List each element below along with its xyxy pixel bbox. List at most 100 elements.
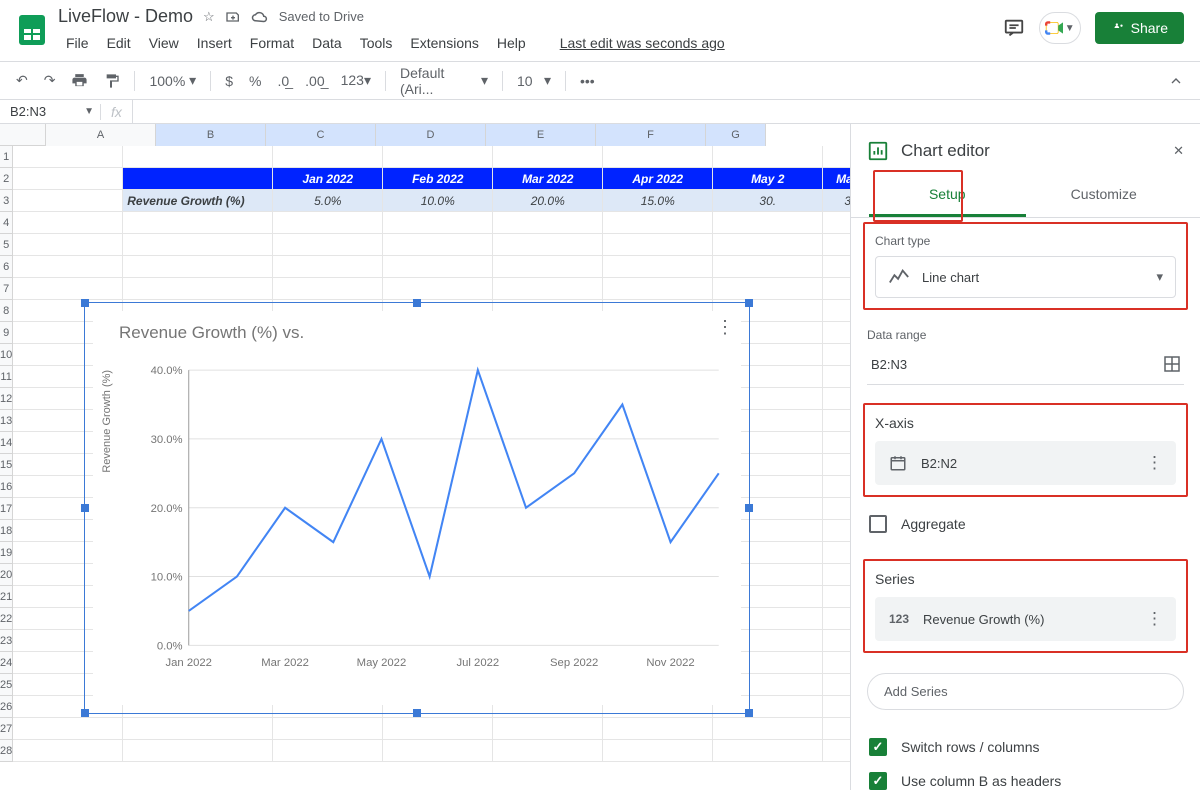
paint-format-icon[interactable] bbox=[98, 69, 126, 93]
row-header[interactable]: 28 bbox=[0, 740, 13, 762]
cell[interactable] bbox=[823, 300, 850, 321]
cell[interactable] bbox=[603, 234, 713, 255]
cell[interactable]: Revenue Growth (%) bbox=[123, 190, 273, 211]
cell[interactable] bbox=[823, 212, 850, 233]
cell[interactable]: 5.0% bbox=[273, 190, 383, 211]
font-size[interactable]: 10▾ bbox=[511, 68, 557, 93]
name-box[interactable]: B2:N3▼ bbox=[0, 104, 100, 119]
cell[interactable] bbox=[493, 256, 603, 277]
tab-setup[interactable]: Setup bbox=[869, 174, 1026, 217]
select-all-corner[interactable] bbox=[0, 124, 46, 146]
cell[interactable] bbox=[823, 674, 850, 695]
row-header[interactable]: 23 bbox=[0, 630, 13, 652]
aggregate-checkbox[interactable]: Aggregate bbox=[867, 507, 1184, 541]
cell[interactable] bbox=[823, 146, 850, 167]
cell[interactable] bbox=[823, 388, 850, 409]
cell[interactable] bbox=[823, 586, 850, 607]
cell[interactable] bbox=[123, 146, 273, 167]
row-header[interactable]: 6 bbox=[0, 256, 13, 278]
series-more-icon[interactable]: ⋮ bbox=[1146, 609, 1162, 629]
cell[interactable] bbox=[823, 542, 850, 563]
cell[interactable]: 30. bbox=[713, 190, 823, 211]
dec-increase-icon[interactable]: .00̲ bbox=[299, 69, 330, 93]
row-header[interactable]: 19 bbox=[0, 542, 13, 564]
cell[interactable]: 10.0% bbox=[383, 190, 493, 211]
cell[interactable] bbox=[383, 256, 493, 277]
cell[interactable] bbox=[603, 212, 713, 233]
cell[interactable] bbox=[383, 212, 493, 233]
move-icon[interactable] bbox=[225, 9, 241, 25]
row-header[interactable]: 2 bbox=[0, 168, 13, 190]
row-header[interactable]: 13 bbox=[0, 410, 13, 432]
redo-icon[interactable]: ↷ bbox=[38, 68, 62, 93]
data-range-value[interactable]: B2:N3 bbox=[871, 357, 907, 372]
cell[interactable] bbox=[13, 740, 123, 761]
last-edit[interactable]: Last edit was seconds ago bbox=[552, 31, 733, 55]
cell[interactable] bbox=[713, 718, 823, 739]
xaxis-chip[interactable]: B2:N2 ⋮ bbox=[875, 441, 1176, 485]
cell[interactable]: Jan 2022 bbox=[273, 168, 383, 189]
row-header[interactable]: 18 bbox=[0, 520, 13, 542]
cell[interactable] bbox=[823, 520, 850, 541]
cell[interactable] bbox=[273, 212, 383, 233]
cell[interactable] bbox=[713, 278, 823, 299]
col-header-g[interactable]: G bbox=[706, 124, 766, 146]
col-header-f[interactable]: F bbox=[596, 124, 706, 146]
undo-icon[interactable]: ↶ bbox=[10, 68, 34, 93]
cell[interactable] bbox=[603, 740, 713, 761]
col-header-a[interactable]: A bbox=[46, 124, 156, 146]
menu-tools[interactable]: Tools bbox=[352, 31, 401, 55]
cell[interactable] bbox=[13, 146, 123, 167]
cell[interactable] bbox=[603, 146, 713, 167]
meet-button[interactable]: ▼ bbox=[1039, 12, 1081, 44]
cell[interactable] bbox=[603, 256, 713, 277]
cell[interactable]: Apr 2022 bbox=[603, 168, 713, 189]
more-formats-icon[interactable]: 123▾ bbox=[335, 68, 377, 93]
cell[interactable] bbox=[713, 146, 823, 167]
cell[interactable] bbox=[383, 146, 493, 167]
row-header[interactable]: 12 bbox=[0, 388, 13, 410]
cell[interactable]: 20.0% bbox=[493, 190, 603, 211]
cell[interactable]: Feb 2022 bbox=[383, 168, 493, 189]
row-header[interactable]: 1 bbox=[0, 146, 13, 168]
menu-insert[interactable]: Insert bbox=[189, 31, 240, 55]
switch-rows-checkbox[interactable]: ✓Switch rows / columns bbox=[867, 730, 1184, 764]
row-header[interactable]: 27 bbox=[0, 718, 13, 740]
chart-selection[interactable]: ⋮ Revenue Growth (%) vs. Revenue Growth … bbox=[84, 302, 750, 714]
cell[interactable] bbox=[123, 740, 273, 761]
col-header-d[interactable]: D bbox=[376, 124, 486, 146]
cell[interactable] bbox=[493, 234, 603, 255]
cell[interactable] bbox=[823, 410, 850, 431]
menu-help[interactable]: Help bbox=[489, 31, 534, 55]
cell[interactable] bbox=[823, 476, 850, 497]
menu-view[interactable]: View bbox=[141, 31, 187, 55]
row-header[interactable]: 10 bbox=[0, 344, 13, 366]
sheets-logo[interactable] bbox=[12, 10, 52, 50]
cell[interactable] bbox=[13, 234, 123, 255]
cell[interactable] bbox=[823, 432, 850, 453]
xaxis-more-icon[interactable]: ⋮ bbox=[1146, 453, 1162, 473]
cell[interactable] bbox=[123, 212, 273, 233]
zoom-level[interactable]: 100% ▾ bbox=[143, 68, 202, 93]
row-header[interactable]: 25 bbox=[0, 674, 13, 696]
row-header[interactable]: 21 bbox=[0, 586, 13, 608]
menu-data[interactable]: Data bbox=[304, 31, 350, 55]
row-header[interactable]: 17 bbox=[0, 498, 13, 520]
cell[interactable] bbox=[273, 718, 383, 739]
cell[interactable] bbox=[823, 234, 850, 255]
cell[interactable] bbox=[273, 740, 383, 761]
cell[interactable] bbox=[13, 256, 123, 277]
row-header[interactable]: 9 bbox=[0, 322, 13, 344]
cell[interactable] bbox=[13, 168, 123, 189]
more-toolbar-icon[interactable]: ••• bbox=[574, 69, 601, 93]
cell[interactable] bbox=[493, 278, 603, 299]
cell[interactable]: May 2 bbox=[713, 168, 823, 189]
row-header[interactable]: 11 bbox=[0, 366, 13, 388]
print-icon[interactable] bbox=[65, 68, 94, 93]
cell[interactable] bbox=[273, 278, 383, 299]
menu-extensions[interactable]: Extensions bbox=[402, 31, 486, 55]
series-chip[interactable]: 123 Revenue Growth (%) ⋮ bbox=[875, 597, 1176, 641]
cell[interactable] bbox=[123, 718, 273, 739]
close-editor-icon[interactable]: ✕ bbox=[1173, 143, 1184, 159]
font-select[interactable]: Default (Ari... ▾ bbox=[394, 61, 494, 101]
